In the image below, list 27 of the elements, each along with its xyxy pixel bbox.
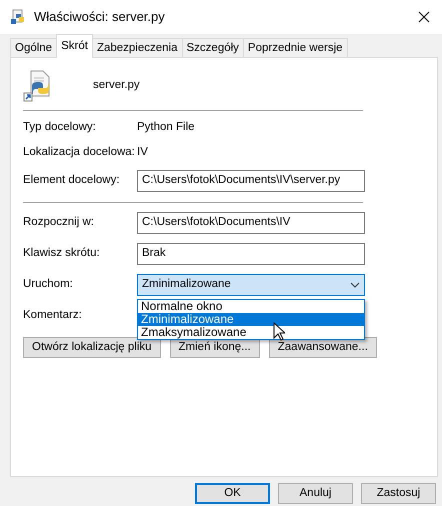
input-field[interactable]: C:\Users\fotok\Documents\IV [137,212,365,234]
tab[interactable]: Ogólne [10,38,58,58]
field-label: Komentarz: [23,308,83,323]
input-field[interactable]: Brak [137,242,365,264]
input-field[interactable]: C:\Users\fotok\Documents\IV\server.py [137,170,365,192]
chevron-down-icon [350,282,360,288]
file-name: server.py [93,78,140,94]
field-label: Uruchom: [23,276,74,292]
field-value: Python File [137,120,195,135]
dropdown-option[interactable]: Zmaksymalizowane [138,326,364,339]
window-title: Właściwości: server.py [34,8,166,26]
close-icon[interactable] [418,11,430,23]
tab[interactable]: Poprzednie wersje [242,38,348,58]
dialog-button[interactable]: Zastosuj [361,483,436,504]
field-label: Element docelowy: [23,172,121,188]
dialog-button[interactable]: OK [195,483,270,504]
field-value: IV [137,144,148,160]
dropdown-option[interactable]: Normalne okno [138,300,364,313]
field-label: Typ docelowy: [23,120,97,135]
tab[interactable]: Skrót [56,34,93,58]
dropdown-field[interactable]: Zminimalizowane [137,274,365,296]
field-label: Rozpocznij w: [23,214,95,230]
dropdown-option[interactable]: Zminimalizowane [138,313,364,326]
field-label: Klawisz skrótu: [23,246,101,261]
field-label: Lokalizacja docelowa: [23,144,136,160]
dialog-button[interactable]: Anuluj [278,483,353,504]
action-button[interactable]: Otwórz lokalizację pliku [23,337,161,358]
